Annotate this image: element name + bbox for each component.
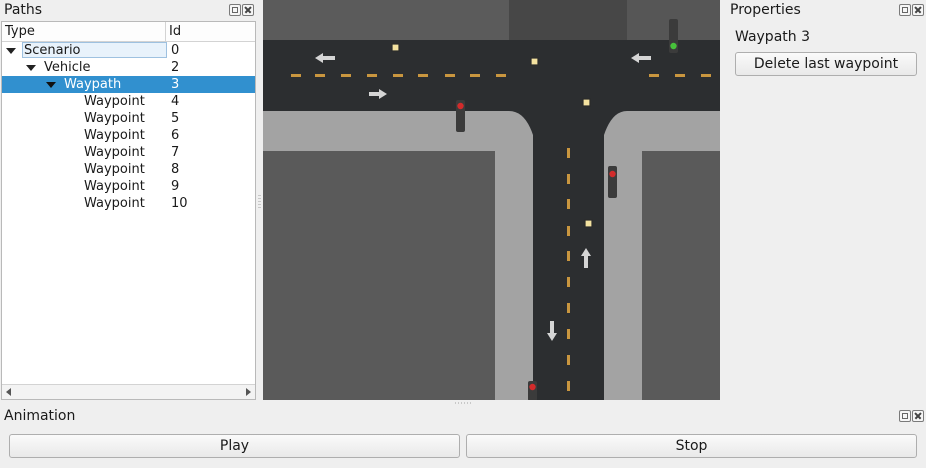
splitter-handle[interactable]	[455, 402, 471, 404]
tree-item-name: Vehicle	[44, 60, 91, 75]
play-button[interactable]: Play	[9, 434, 460, 458]
tree-row-scenario[interactable]: Scenario 0	[2, 42, 255, 59]
tree-header: Type Id	[2, 22, 255, 42]
traffic-light-red-icon	[456, 100, 465, 132]
tree-item-id: 4	[171, 94, 180, 109]
float-icon[interactable]	[899, 410, 911, 422]
tree-item-id: 7	[171, 145, 180, 160]
tree-item-id: 2	[171, 60, 180, 75]
tree-item-id: 3	[171, 77, 180, 92]
scroll-right-icon[interactable]	[246, 388, 251, 396]
scroll-left-icon[interactable]	[6, 388, 11, 396]
traffic-light-red-icon	[608, 166, 617, 198]
close-icon[interactable]	[242, 4, 254, 16]
tree-item-id: 8	[171, 162, 180, 177]
splitter-handle[interactable]	[258, 195, 261, 209]
stop-button[interactable]: Stop	[466, 434, 917, 458]
tree-item-id: 9	[171, 179, 180, 194]
close-icon[interactable]	[912, 4, 924, 16]
properties-dock-controls	[899, 4, 924, 16]
tree-item-name: Waypoint	[84, 162, 145, 177]
tree-item-name: Waypoint	[84, 94, 145, 109]
waypoint-marker	[530, 57, 539, 66]
tree-item-id: 6	[171, 128, 180, 143]
tree-item-name: Waypoint	[84, 196, 145, 211]
properties-dock-title: Properties	[730, 2, 801, 18]
column-header-type[interactable]: Type	[2, 22, 166, 41]
waypoint-marker	[391, 43, 400, 52]
animation-dock-controls	[899, 410, 924, 422]
tree-row-waypoint[interactable]: Waypoint 4	[2, 93, 255, 110]
expand-arrow-icon[interactable]	[46, 82, 56, 88]
tree-row-waypoint[interactable]: Waypoint 8	[2, 161, 255, 178]
tree-item-name: Waypoint	[84, 111, 145, 126]
horizontal-scrollbar[interactable]	[2, 384, 255, 399]
tree-item-name: Waypoint	[84, 128, 145, 143]
paths-dock-controls	[229, 4, 254, 16]
paths-tree[interactable]: Type Id Scenario 0 Vehicle 2 Waypath 3 W…	[1, 21, 256, 400]
expand-arrow-icon[interactable]	[6, 48, 16, 54]
road-map	[263, 0, 720, 400]
selection-label: Waypath 3	[735, 29, 810, 45]
tree-item-name: Waypoint	[84, 145, 145, 160]
close-icon[interactable]	[912, 410, 924, 422]
tree-item-name: Waypoint	[84, 179, 145, 194]
tree-row-waypoint[interactable]: Waypoint 5	[2, 110, 255, 127]
tree-item-id: 0	[171, 43, 180, 58]
traffic-light-red-icon	[528, 381, 537, 400]
tree-row-waypoint[interactable]: Waypoint 6	[2, 127, 255, 144]
float-icon[interactable]	[899, 4, 911, 16]
map-view[interactable]	[263, 0, 720, 400]
tree-item-name: Waypath	[64, 77, 122, 92]
column-header-id[interactable]: Id	[166, 22, 181, 41]
waypoint-marker	[582, 98, 591, 107]
waypoint-marker	[584, 219, 593, 228]
traffic-light-green-icon	[669, 19, 678, 53]
animation-dock-title: Animation	[4, 408, 76, 424]
delete-last-waypoint-button[interactable]: Delete last waypoint	[735, 52, 917, 76]
tree-row-vehicle[interactable]: Vehicle 2	[2, 59, 255, 76]
paths-dock-title: Paths	[4, 2, 43, 18]
tree-row-waypoint[interactable]: Waypoint 7	[2, 144, 255, 161]
tree-item-id: 5	[171, 111, 180, 126]
expand-arrow-icon[interactable]	[26, 65, 36, 71]
tree-row-waypoint[interactable]: Waypoint 10	[2, 195, 255, 212]
tree-row-waypoint[interactable]: Waypoint 9	[2, 178, 255, 195]
tree-row-waypath[interactable]: Waypath 3	[2, 76, 255, 93]
float-icon[interactable]	[229, 4, 241, 16]
tree-item-id: 10	[171, 196, 188, 211]
tree-item-name: Scenario	[24, 43, 81, 58]
